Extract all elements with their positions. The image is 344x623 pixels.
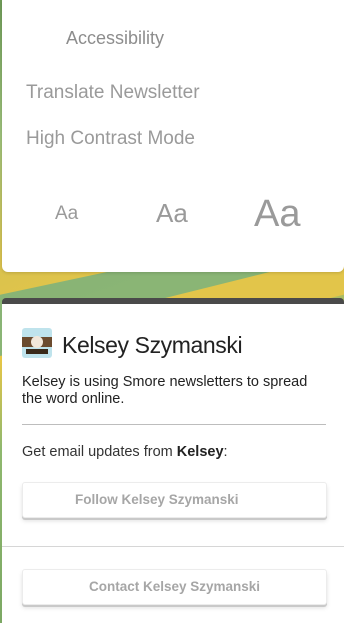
- text-size-small-button[interactable]: Aa: [55, 204, 78, 223]
- accessibility-panel: Accessibility Translate Newsletter High …: [2, 0, 344, 272]
- author-name: Kelsey Szymanski: [62, 332, 243, 358]
- author-avatar: [22, 328, 52, 358]
- text-size-medium-button[interactable]: Aa: [156, 200, 188, 226]
- accessibility-title: Accessibility: [66, 28, 165, 48]
- follow-button[interactable]: Follow Kelsey Szymanski: [22, 482, 327, 518]
- text-size-large-button[interactable]: Aa: [254, 195, 300, 233]
- translate-newsletter-option[interactable]: Translate Newsletter: [26, 82, 200, 104]
- author-card: Kelsey Szymanski Kelsey is using Smore n…: [2, 298, 344, 623]
- email-updates-name: Kelsey: [176, 444, 224, 460]
- divider: [22, 424, 326, 425]
- author-description: Kelsey is using Smore newsletters to spr…: [22, 374, 308, 407]
- divider: [2, 546, 344, 547]
- email-updates-text: Get email updates from Kelsey:: [22, 444, 228, 460]
- high-contrast-mode-option[interactable]: High Contrast Mode: [26, 128, 195, 150]
- contact-button[interactable]: Contact Kelsey Szymanski: [22, 569, 327, 605]
